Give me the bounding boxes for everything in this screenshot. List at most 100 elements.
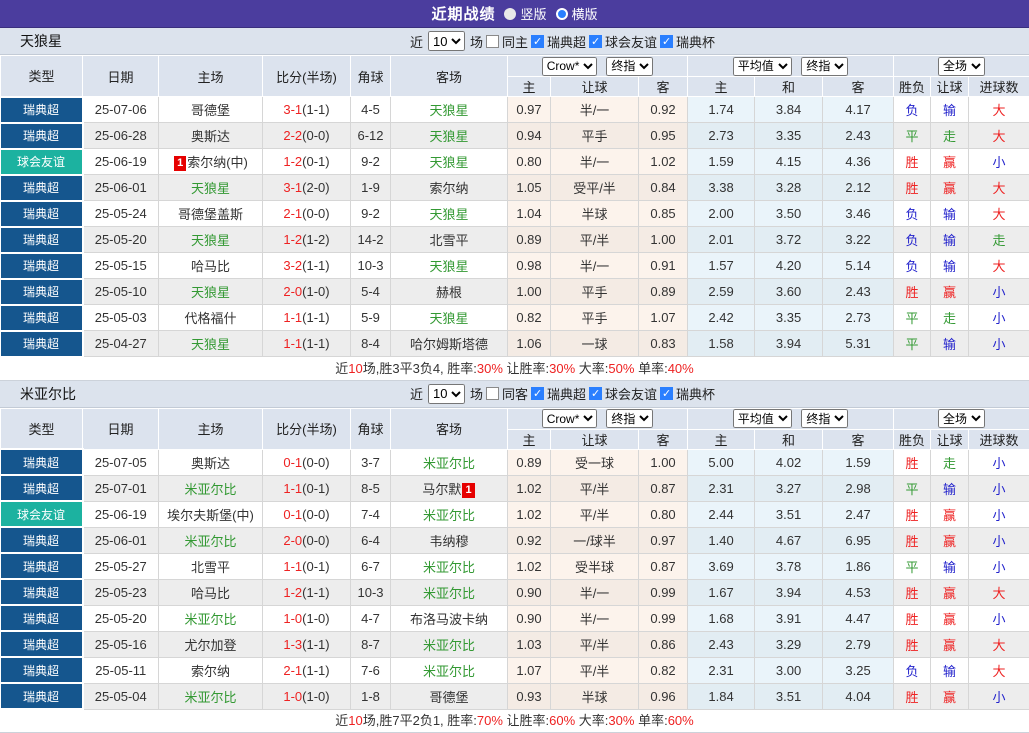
- col-odds-handicap: 让球: [550, 76, 639, 97]
- home-team-cell: 北雪平: [158, 552, 263, 580]
- date-cell: 25-05-27: [82, 552, 159, 580]
- odds-source-select[interactable]: Crow*: [541, 56, 597, 76]
- average-select[interactable]: 平均值: [732, 409, 792, 428]
- result-cell: 平: [893, 304, 932, 331]
- radio-selected-icon[interactable]: [504, 7, 517, 20]
- halftime-score: (1-1): [302, 662, 330, 678]
- summary-segment: 70%: [476, 713, 503, 728]
- type-cell: 球会友谊: [0, 500, 84, 528]
- team-name-text: 索尔纳: [429, 181, 469, 196]
- red-card-badge: 1: [174, 156, 187, 171]
- avg-draw-cell: 3.60: [754, 278, 824, 305]
- summary-segment: 近: [335, 360, 349, 376]
- result-text: 小: [992, 689, 1006, 705]
- date-cell: 25-04-27: [82, 330, 159, 357]
- handicap-result-cell: 赢: [930, 578, 970, 606]
- odds-handicap-cell: 平手: [550, 304, 639, 331]
- avg-away-cell: 2.98: [822, 474, 895, 502]
- recent-count-select[interactable]: 10: [427, 31, 465, 51]
- goals-result-cell: 小: [968, 474, 1029, 502]
- col-score: 比分(半场): [262, 407, 351, 450]
- red-card-badge: 1: [462, 482, 475, 498]
- result-text: 小: [992, 611, 1006, 627]
- result-text: 大: [992, 637, 1006, 653]
- date-cell: 25-06-28: [82, 122, 159, 149]
- layout-radio-vertical[interactable]: 竖版: [504, 4, 547, 23]
- halftime-score: (0-1): [302, 480, 330, 496]
- odds-handicap-cell: 半/一: [550, 252, 639, 279]
- avg-final-select[interactable]: 终指: [801, 56, 849, 76]
- avg-draw-cell: 3.91: [754, 604, 824, 632]
- league-checkbox-cup[interactable]: [660, 387, 674, 400]
- type-cell: 瑞典超: [0, 474, 84, 502]
- result-cell: 平: [893, 122, 932, 149]
- fulltime-score: 0-1: [283, 506, 303, 522]
- col-odds-away: 客: [637, 428, 689, 450]
- odds-handicap-cell: 平/半: [550, 500, 639, 528]
- halftime-score: (0-0): [302, 206, 330, 221]
- fulltime-score: 1-2: [283, 154, 303, 169]
- layout-radio-horizontal[interactable]: 横版: [555, 4, 598, 23]
- result-text: 平: [905, 481, 919, 497]
- odds-source-select[interactable]: Crow*: [541, 409, 597, 428]
- radio-unselected-icon[interactable]: [555, 7, 568, 20]
- col-corner: 角球: [350, 407, 391, 450]
- score-cell: 2-0(1-0): [262, 278, 351, 305]
- same-venue-checkbox[interactable]: [485, 387, 499, 400]
- home-team-cell: 天狼星: [158, 226, 263, 253]
- result-text: 赢: [943, 181, 957, 196]
- team-name-text: 哥德堡盖斯: [177, 207, 243, 222]
- league-checkbox-cup[interactable]: [660, 34, 674, 48]
- avg-home-cell: 3.69: [687, 552, 756, 580]
- home-team-cell: 奥斯达: [158, 122, 263, 149]
- odds-away-cell: 1.00: [637, 226, 689, 253]
- col-date: 日期: [82, 407, 159, 450]
- type-cell: 瑞典超: [0, 552, 84, 580]
- odds-home-cell: 0.94: [507, 122, 551, 149]
- team-name-text: 天狼星: [429, 155, 469, 170]
- league-checkbox-allsvenskan[interactable]: [531, 387, 544, 400]
- page-title: 近期战绩: [431, 6, 496, 23]
- league-checkbox-allsvenskan[interactable]: [531, 34, 544, 48]
- table-row: 瑞典超 25-06-01 天狼星 3-1(2-0) 1-9 索尔纳 1.05 受平/半 0.84…: [0, 173, 1029, 202]
- team-name-text: 米亚尔比: [422, 637, 475, 653]
- corners-cell: 7-4: [350, 500, 391, 528]
- odds-home-cell: 0.92: [507, 526, 551, 554]
- corners-cell: 10-3: [350, 578, 391, 606]
- avg-draw-cell: 4.02: [754, 448, 824, 476]
- recent-count-select[interactable]: 10: [427, 383, 465, 404]
- avg-away-cell: 4.53: [822, 578, 895, 606]
- goals-result-cell: 小: [968, 278, 1029, 305]
- team-name-text: 哈马比: [190, 259, 230, 274]
- team-name-text: 米亚尔比: [422, 663, 475, 679]
- col-odds-handicap: 让球: [550, 428, 639, 450]
- league-checkbox-friendly[interactable]: [589, 34, 603, 48]
- odds-away-cell: 0.83: [637, 330, 689, 357]
- team-name-text: 北雪平: [190, 559, 230, 575]
- fulltime-select[interactable]: 全场: [938, 56, 986, 76]
- corners-cell: 7-6: [350, 656, 391, 684]
- handicap-result-cell: 输: [930, 552, 970, 580]
- home-team-cell: 奥斯达: [158, 448, 263, 476]
- league-checkbox-friendly[interactable]: [589, 387, 603, 400]
- odds-select-group: Crow* 终指: [506, 407, 689, 430]
- result-text: 大: [992, 663, 1006, 679]
- fulltime-select[interactable]: 全场: [938, 409, 986, 428]
- avg-draw-cell: 3.35: [754, 122, 824, 149]
- result-text: 负: [905, 103, 919, 118]
- average-select[interactable]: 平均值: [732, 56, 792, 76]
- result-text: 负: [905, 233, 919, 248]
- odds-final-select[interactable]: 终指: [606, 409, 654, 428]
- avg-final-select[interactable]: 终指: [801, 409, 849, 428]
- col-result: 胜负: [893, 76, 932, 97]
- home-team-cell: 天狼星: [158, 330, 263, 357]
- result-text: 小: [992, 285, 1006, 300]
- league-label-allsvenskan: 瑞典超: [547, 387, 587, 402]
- odds-away-cell: 0.89: [637, 278, 689, 305]
- result-text: 输: [943, 233, 957, 248]
- avg-home-cell: 2.00: [687, 200, 756, 227]
- odds-final-select[interactable]: 终指: [606, 56, 654, 76]
- same-venue-checkbox[interactable]: [485, 34, 499, 48]
- fulltime-score: 1-1: [283, 480, 303, 496]
- col-avg-away: 客: [822, 76, 895, 97]
